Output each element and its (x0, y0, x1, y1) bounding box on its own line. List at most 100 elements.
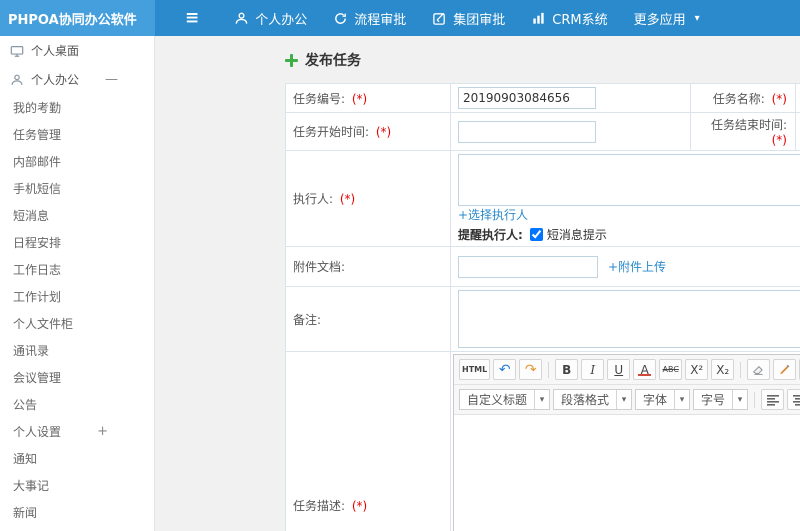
description-label: 任务描述: (293, 498, 346, 513)
superscript-button[interactable]: X² (685, 359, 709, 380)
sidebar-item-desktop[interactable]: 个人桌面 (0, 36, 154, 65)
align-left-button[interactable] (761, 389, 785, 410)
task-name-label: 任务名称: (712, 91, 765, 106)
nav-more-apps[interactable]: 更多应用 ▾ (621, 0, 713, 36)
attachment-input[interactable] (458, 255, 598, 278)
paragraph-format-select[interactable]: 段落格式 ▾ (553, 389, 633, 410)
end-time-label: 任务结束时间: (710, 118, 787, 132)
sidebar-item-short-message[interactable]: 短消息 (0, 202, 154, 229)
start-time-field-cell (450, 112, 691, 151)
sidebar-item-file-cabinet[interactable]: 个人文件柜 (0, 310, 154, 337)
executor-textarea[interactable] (458, 154, 800, 206)
executor-field-cell: +选择执行人 提醒执行人: 短消息提示 (450, 150, 800, 247)
sidebar-item-label: 公告 (13, 398, 38, 412)
eraser-button[interactable] (747, 359, 771, 380)
sidebar-item-milestones[interactable]: 大事记 (0, 472, 154, 499)
sidebar-item-label: 会议管理 (13, 371, 62, 385)
sidebar-item-meeting-management[interactable]: 会议管理 (0, 364, 154, 391)
sidebar-item-label: 短消息 (13, 209, 50, 223)
subscript-button[interactable]: X₂ (711, 359, 735, 380)
sidebar-item-notice[interactable]: 通知 (0, 445, 154, 472)
font-size-select-value: 字号 (701, 393, 726, 407)
sidebar-item-my-attendance[interactable]: 我的考勤 (0, 94, 154, 121)
nav-process-approval[interactable]: 流程审批 (320, 0, 419, 36)
task-number-field-cell (450, 83, 691, 113)
remark-label: 备注: (293, 312, 322, 327)
toolbar-separator (754, 391, 756, 408)
expand-plus-icon[interactable]: + (97, 425, 108, 438)
font-style-button[interactable]: A (633, 359, 657, 380)
description-editor-cell: HTML ↶ ↷ B I U A ABC X² X₂ 自定义标题 ▾ 段落格式 … (450, 351, 800, 531)
align-center-icon (792, 394, 800, 406)
app-logo: PHPOA协同办公软件 (0, 0, 155, 36)
editor-toolbar-row-1: HTML ↶ ↷ B I U A ABC X² X₂ (454, 355, 800, 385)
font-size-select[interactable]: 字号 ▾ (693, 389, 749, 410)
strikethrough-button[interactable]: ABC (659, 359, 683, 380)
sidebar-item-mobile-sms[interactable]: 手机短信 (0, 175, 154, 202)
sidebar-item-work-log[interactable]: 工作日志 (0, 256, 154, 283)
font-family-select[interactable]: 字体 ▾ (635, 389, 691, 410)
editor-content-area[interactable] (454, 415, 800, 531)
align-center-button[interactable] (787, 389, 800, 410)
html-source-button[interactable]: HTML (459, 359, 491, 380)
sidebar-item-task-management[interactable]: 任务管理 (0, 121, 154, 148)
undo-icon[interactable]: ↶ (493, 359, 517, 380)
format-painter-button[interactable] (773, 359, 797, 380)
underline-button[interactable]: U (607, 359, 631, 380)
required-mark: (*) (375, 125, 392, 139)
redo-icon[interactable]: ↷ (519, 359, 543, 380)
start-time-input[interactable] (458, 120, 596, 143)
sidebar-item-label: 个人设置 (13, 425, 62, 439)
sidebar-item-personal-settings[interactable]: 个人设置 + (0, 418, 154, 445)
sidebar-item-label: 通讯录 (13, 344, 50, 358)
nav-crm-system[interactable]: CRM系统 (518, 0, 620, 36)
nav-label: 更多应用 (633, 12, 686, 28)
chevron-down-icon: ▾ (674, 390, 689, 409)
page-title: 发布任务 (285, 50, 800, 70)
task-name-field-cell (795, 83, 800, 113)
form-row-task-number: 任务编号: (*) 任务名称: (*) (285, 83, 800, 113)
sms-remind-option-label: 短消息提示 (546, 228, 607, 242)
sidebar-item-schedule[interactable]: 日程安排 (0, 229, 154, 256)
task-number-label-cell: 任务编号: (*) (285, 83, 451, 113)
nav-label: CRM系统 (552, 12, 608, 28)
required-mark: (*) (771, 91, 787, 106)
form-row-remark: 备注: (285, 286, 800, 352)
executor-label: 执行人: (293, 192, 334, 206)
sidebar-section-label: 个人办公 (31, 73, 80, 87)
form-row-description: 任务描述: (*) HTML ↶ ↷ B I U A ABC X² X₂ 自定义… (285, 351, 800, 531)
task-number-input[interactable] (458, 87, 596, 109)
chevron-down-icon: ▾ (732, 390, 747, 409)
chevron-down-icon: ▾ (534, 390, 549, 409)
sidebar-item-internal-mail[interactable]: 内部邮件 (0, 148, 154, 175)
sidebar-item-label: 工作计划 (13, 290, 62, 304)
main-panel: 发布任务 任务编号: (*) 任务名称: (*) (155, 36, 800, 531)
bar-chart-icon (533, 12, 544, 24)
remark-label-cell: 备注: (285, 286, 451, 352)
edit-approval-icon (433, 12, 446, 25)
select-executor-link[interactable]: +选择执行人 (458, 208, 528, 222)
sidebar-item-news[interactable]: 新闻 (0, 499, 154, 526)
nav-label: 流程审批 (354, 12, 407, 28)
executor-label-cell: 执行人: (*) (285, 150, 451, 247)
sidebar-section-personal-office[interactable]: 个人办公 — (0, 65, 154, 94)
sidebar-item-announcement[interactable]: 公告 (0, 391, 154, 418)
hamburger-menu-icon[interactable]: ≡ (185, 9, 199, 27)
sidebar-item-address-book[interactable]: 通讯录 (0, 337, 154, 364)
nav-personal-office[interactable]: 个人办公 (221, 0, 320, 36)
italic-button[interactable]: I (581, 359, 605, 380)
attachment-upload-link[interactable]: +附件上传 (608, 258, 666, 275)
custom-title-select-value: 自定义标题 (467, 393, 528, 407)
form-row-time: 任务开始时间: (*) 任务结束时间: (*) (285, 112, 800, 151)
custom-title-select[interactable]: 自定义标题 ▾ (459, 389, 551, 410)
sidebar-item-work-plan[interactable]: 工作计划 (0, 283, 154, 310)
remark-textarea[interactable] (458, 290, 800, 348)
bold-button[interactable]: B (555, 359, 579, 380)
chevron-down-icon: ▾ (694, 12, 700, 24)
publish-task-form: 任务编号: (*) 任务名称: (*) 任务开始时间: (*) (285, 83, 800, 531)
sidebar-item-label: 通知 (13, 452, 38, 466)
nav-group-approval[interactable]: 集团审批 (419, 0, 518, 36)
sms-remind-checkbox[interactable] (529, 228, 543, 241)
required-mark: (*) (351, 91, 368, 106)
collapse-minus-icon[interactable]: — (105, 73, 118, 86)
